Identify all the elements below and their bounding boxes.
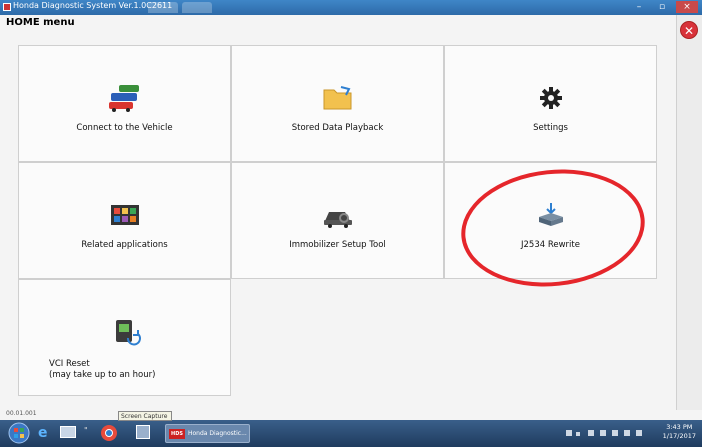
tile-label-note: (may take up to an hour) — [49, 370, 156, 380]
tile-stored-data-playback[interactable]: Stored Data Playback — [231, 45, 444, 162]
tile-label: VCI Reset — [49, 359, 90, 369]
tray-network-icon[interactable] — [588, 430, 594, 436]
status-text: 00.01.001 — [6, 410, 37, 417]
apps-grid-icon — [110, 205, 139, 225]
folder-icon — [323, 86, 351, 110]
taskbar-clock[interactable]: 3:43 PM 1/17/2017 — [663, 423, 696, 441]
window-titlebar: Honda Diagnostic System Ver.1.0C2611 – ▫… — [0, 0, 702, 15]
tray-flag-icon[interactable] — [566, 430, 572, 436]
tile-label: Settings — [533, 123, 568, 133]
tray-volume-icon[interactable] — [636, 430, 642, 436]
taskbar-tooltip: Screen Capture — [118, 411, 172, 421]
app-icon — [3, 3, 11, 11]
hds-badge: HDS — [169, 429, 185, 439]
page-title: HOME menu — [6, 17, 75, 28]
window-close-button[interactable]: × — [676, 1, 698, 13]
tile-label: Related applications — [81, 240, 168, 250]
tile-settings[interactable]: Settings — [444, 45, 657, 162]
close-icon[interactable]: ✕ — [680, 21, 698, 39]
taskbar-hds-app[interactable]: HDS Honda Diagnostic... — [165, 424, 250, 443]
car-key-icon — [323, 212, 352, 228]
tile-label: Immobilizer Setup Tool — [289, 240, 386, 250]
taskbar-app-label: Honda Diagnostic... — [188, 430, 247, 437]
tray-signal-icon[interactable] — [612, 430, 618, 436]
tile-vci-reset[interactable]: VCI Reset (may take up to an hour) — [18, 279, 231, 396]
tray-arrow-icon[interactable] — [576, 432, 580, 436]
right-panel — [676, 15, 702, 410]
tile-related-applications[interactable]: Related applications — [18, 162, 231, 279]
tray-battery-icon[interactable] — [624, 430, 630, 436]
snipping-tool-icon[interactable] — [136, 425, 150, 439]
vehicles-icon — [108, 85, 139, 112]
titlebar-tab — [148, 2, 178, 13]
clock-date: 1/17/2017 — [662, 432, 696, 440]
ie-icon[interactable]: e — [38, 425, 58, 444]
start-icon[interactable] — [8, 422, 30, 444]
titlebar-tab — [182, 2, 212, 13]
gear-icon — [539, 87, 562, 109]
tray-usb-icon[interactable] — [600, 430, 606, 436]
tile-label: Stored Data Playback — [291, 123, 384, 133]
explorer-icon[interactable] — [60, 426, 76, 438]
minimize-button[interactable]: – — [628, 1, 650, 13]
clock-time: 3:43 PM — [666, 423, 693, 431]
tile-connect-vehicle[interactable]: Connect to the Vehicle — [18, 45, 231, 162]
vci-device-icon — [115, 320, 141, 346]
chrome-icon[interactable] — [100, 424, 118, 442]
tile-label: Connect to the Vehicle — [76, 123, 173, 133]
maximize-button[interactable]: ▫ — [651, 1, 673, 13]
tile-immobilizer-setup[interactable]: Immobilizer Setup Tool — [231, 162, 444, 279]
